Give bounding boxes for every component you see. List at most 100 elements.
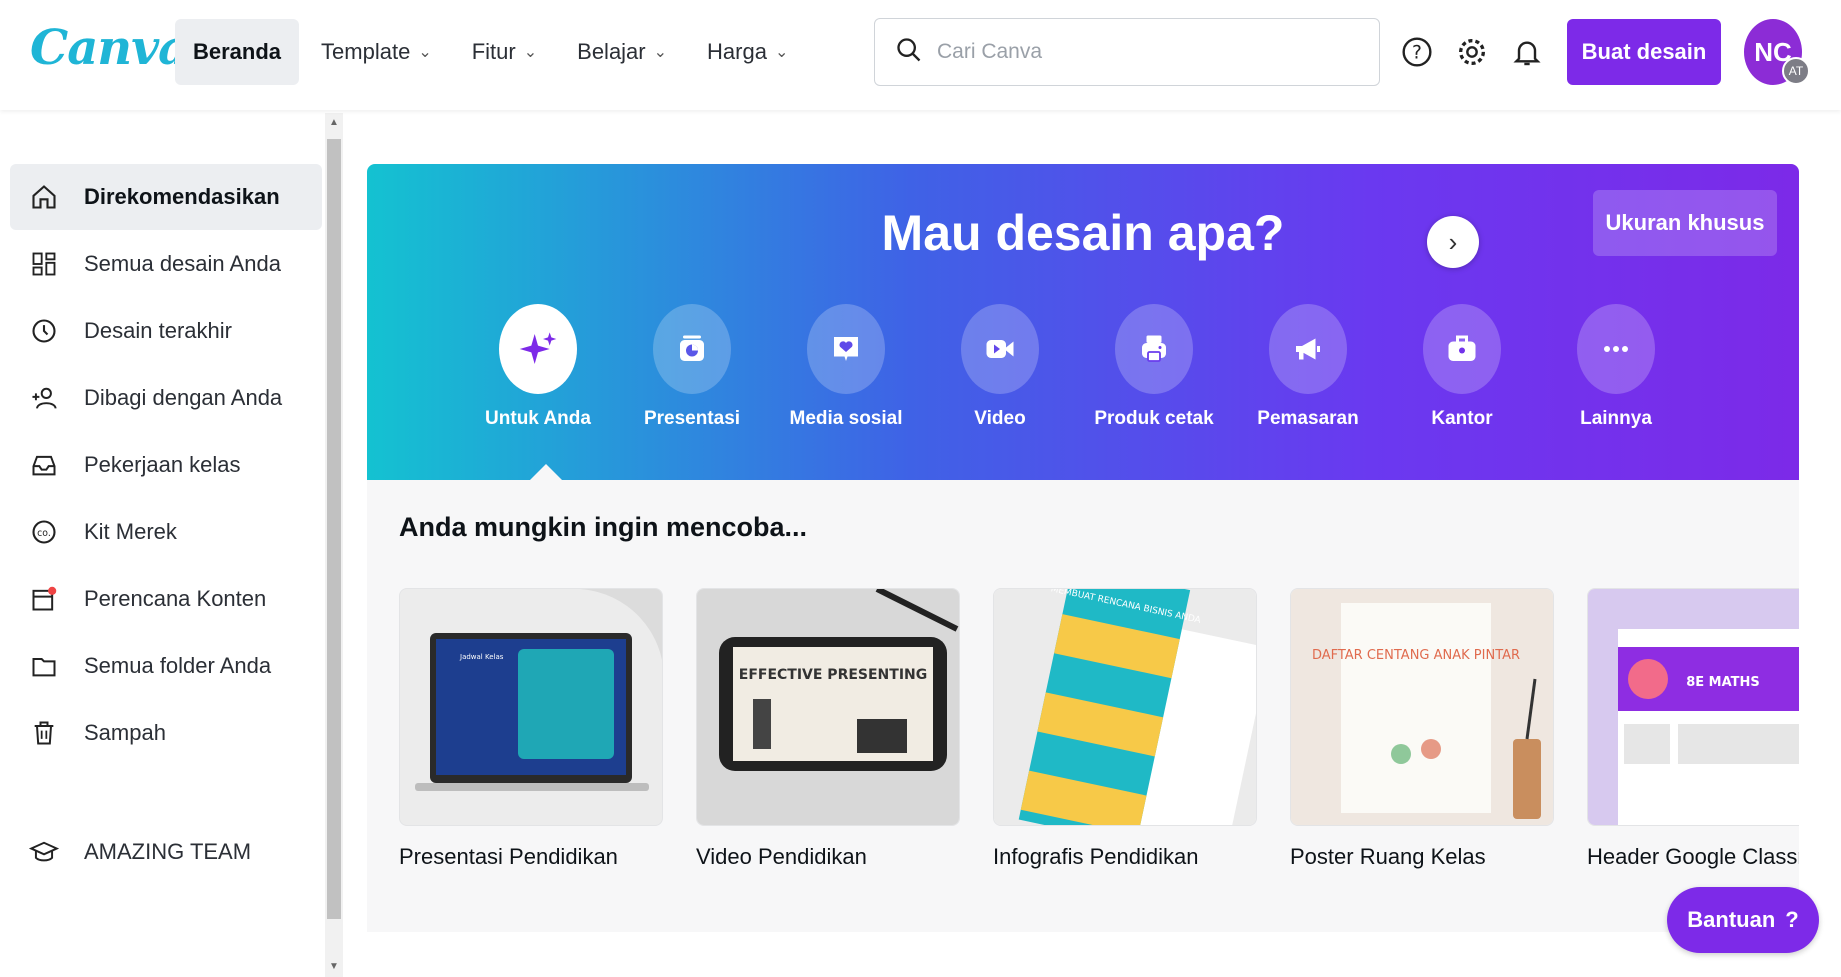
custom-size-button[interactable]: Ukuran khusus [1593, 190, 1777, 256]
nav-label: Beranda [193, 39, 282, 64]
search-box[interactable] [874, 18, 1380, 86]
sidebar-team[interactable]: AMAZING TEAM [10, 819, 322, 885]
card-thumb-text: 8E MATHS [1686, 675, 1760, 690]
clock-icon [28, 315, 60, 347]
help-button[interactable]: Bantuan ? [1667, 887, 1819, 953]
sidebar-item-label: Dibagi dengan Anda [84, 385, 283, 410]
sidebar-item-label: Perencana Konten [84, 586, 267, 611]
next-arrow-button[interactable]: › [1427, 216, 1479, 268]
nav-label: Belajar [577, 39, 646, 64]
category-label: Presentasi [643, 408, 741, 429]
main-content: Mau desain apa? Ukuran khusus Untuk Anda… [343, 110, 1841, 977]
home-icon [28, 181, 60, 213]
trash-icon [28, 717, 60, 749]
more-icon [1577, 304, 1655, 394]
team-badge: AT [1782, 57, 1810, 85]
card-education-infographic[interactable]: MEMBUAT RENCANA BISNIS ANDA Infografis P… [993, 588, 1257, 870]
category-label: Produk cetak [1094, 408, 1214, 429]
hero-title: Mau desain apa? [881, 205, 1285, 261]
scroll-up-arrow-icon[interactable]: ▲ [329, 117, 339, 128]
card-education-video[interactable]: EFFECTIVE PRESENTING Video Pendidikan [696, 588, 960, 870]
suggestion-cards: Jadwal Kelas Presentasi Pendidikan EFFEC… [399, 588, 1799, 888]
people-icon [28, 382, 60, 414]
sidebar-item-label: Pekerjaan kelas [84, 452, 241, 477]
category-label: Untuk Anda [485, 408, 591, 429]
card-classroom-poster[interactable]: DAFTAR CENTANG ANAK PINTAR Poster Ruang … [1290, 588, 1554, 870]
card-education-presentation[interactable]: Jadwal Kelas Presentasi Pendidikan [399, 588, 663, 870]
sidebar-item-label: Desain terakhir [84, 318, 232, 343]
card-thumbnail: EFFECTIVE PRESENTING [696, 588, 960, 826]
card-google-classroom-header[interactable]: 8E MATHS Header Google Classro [1587, 588, 1799, 870]
category-social-media[interactable]: Media sosial [769, 304, 923, 430]
nav-harga[interactable]: Harga ⌄ [689, 19, 806, 85]
suggestions-title: Anda mungkin ingin mencoba... [399, 512, 808, 542]
sidebar-item-trash[interactable]: Sampah [10, 700, 322, 766]
chevron-down-icon: ⌄ [418, 44, 432, 61]
chevron-down-icon: ⌄ [774, 44, 789, 61]
category-presentation[interactable]: Presentasi [615, 304, 769, 430]
sidebar-item-label: Sampah [84, 720, 166, 745]
brand-kit-icon: co. [28, 516, 60, 548]
canva-logo[interactable]: Canva [30, 20, 189, 76]
category-list: Untuk Anda Presentasi Media sosial Video… [461, 304, 1693, 430]
sidebar-item-brand-kit[interactable]: co. Kit Merek [10, 499, 322, 565]
presentation-icon [653, 304, 731, 394]
top-bar: Canva Beranda Template ⌄ Fitur ⌄ Belajar ⌄ … [0, 0, 1841, 110]
sidebar-item-recent[interactable]: Desain terakhir [10, 298, 322, 364]
calendar-icon [28, 583, 60, 615]
sidebar-scrollbar[interactable]: ▲ ▼ [325, 113, 343, 977]
nav-label: Fitur [471, 39, 516, 64]
nav-template[interactable]: Template ⌄ [303, 19, 450, 85]
category-label: Kantor [1431, 408, 1493, 429]
card-thumb-text: DAFTAR CENTANG ANAK PINTAR [1312, 648, 1520, 663]
category-for-you[interactable]: Untuk Anda [461, 304, 615, 430]
folder-icon [28, 650, 60, 682]
video-icon [961, 304, 1039, 394]
svg-text:?: ? [1412, 43, 1422, 64]
hero-banner: Mau desain apa? Ukuran khusus Untuk Anda… [367, 164, 1799, 480]
team-name: AMAZING TEAM [84, 839, 252, 864]
settings-icon[interactable] [1450, 30, 1494, 74]
sidebar-item-label: Semua desain Anda [84, 251, 281, 276]
graduation-cap-icon [28, 836, 60, 868]
card-thumb-text: EFFECTIVE PRESENTING [739, 667, 928, 683]
category-video[interactable]: Video [923, 304, 1077, 430]
nav-label: Template [321, 39, 411, 64]
category-more[interactable]: Lainnya [1539, 304, 1693, 430]
card-caption: Presentasi Pendidikan [399, 844, 618, 869]
sidebar-item-classwork[interactable]: Pekerjaan kelas [10, 432, 322, 498]
card-caption: Poster Ruang Kelas [1290, 844, 1486, 869]
help-label: Bantuan [1687, 907, 1776, 932]
question-mark-icon: ? [1785, 907, 1799, 932]
sidebar-item-shared[interactable]: Dibagi dengan Anda [10, 365, 322, 431]
nav-fitur[interactable]: Fitur ⌄ [454, 19, 555, 85]
card-thumbnail: Jadwal Kelas [399, 588, 663, 826]
search-input[interactable] [937, 40, 1357, 64]
sidebar-item-folders[interactable]: Semua folder Anda [10, 633, 322, 699]
nav-beranda[interactable]: Beranda [175, 19, 300, 85]
category-print[interactable]: Produk cetak [1077, 304, 1231, 430]
create-design-button[interactable]: Buat desain [1567, 19, 1721, 85]
sidebar-item-content-planner[interactable]: Perencana Konten [10, 566, 322, 632]
category-label: Pemasaran [1257, 408, 1359, 429]
category-label: Video [974, 408, 1026, 429]
suggestions-section: Anda mungkin ingin mencoba... Jadwal Kel… [367, 480, 1799, 932]
printer-icon [1115, 304, 1193, 394]
scrollbar-thumb[interactable] [327, 139, 341, 919]
sidebar-item-all-designs[interactable]: Semua desain Anda [10, 231, 322, 297]
bell-icon[interactable] [1505, 30, 1549, 74]
nav-belajar[interactable]: Belajar ⌄ [559, 19, 685, 85]
help-icon[interactable]: ? [1395, 30, 1439, 74]
inbox-icon [28, 449, 60, 481]
avatar[interactable]: NC AT [1744, 19, 1810, 85]
category-marketing[interactable]: Pemasaran [1231, 304, 1385, 430]
sidebar-item-recommended[interactable]: Direkomendasikan [10, 164, 322, 230]
nav-label: Harga [707, 39, 767, 64]
scroll-down-arrow-icon[interactable]: ▼ [329, 961, 339, 972]
search-icon [895, 36, 923, 69]
category-office[interactable]: Kantor [1385, 304, 1539, 430]
svg-text:co.: co. [37, 528, 51, 539]
card-thumbnail: DAFTAR CENTANG ANAK PINTAR [1290, 588, 1554, 826]
card-thumbnail: MEMBUAT RENCANA BISNIS ANDA [993, 588, 1257, 826]
sidebar: Direkomendasikan Semua desain Anda Desai… [0, 110, 325, 977]
